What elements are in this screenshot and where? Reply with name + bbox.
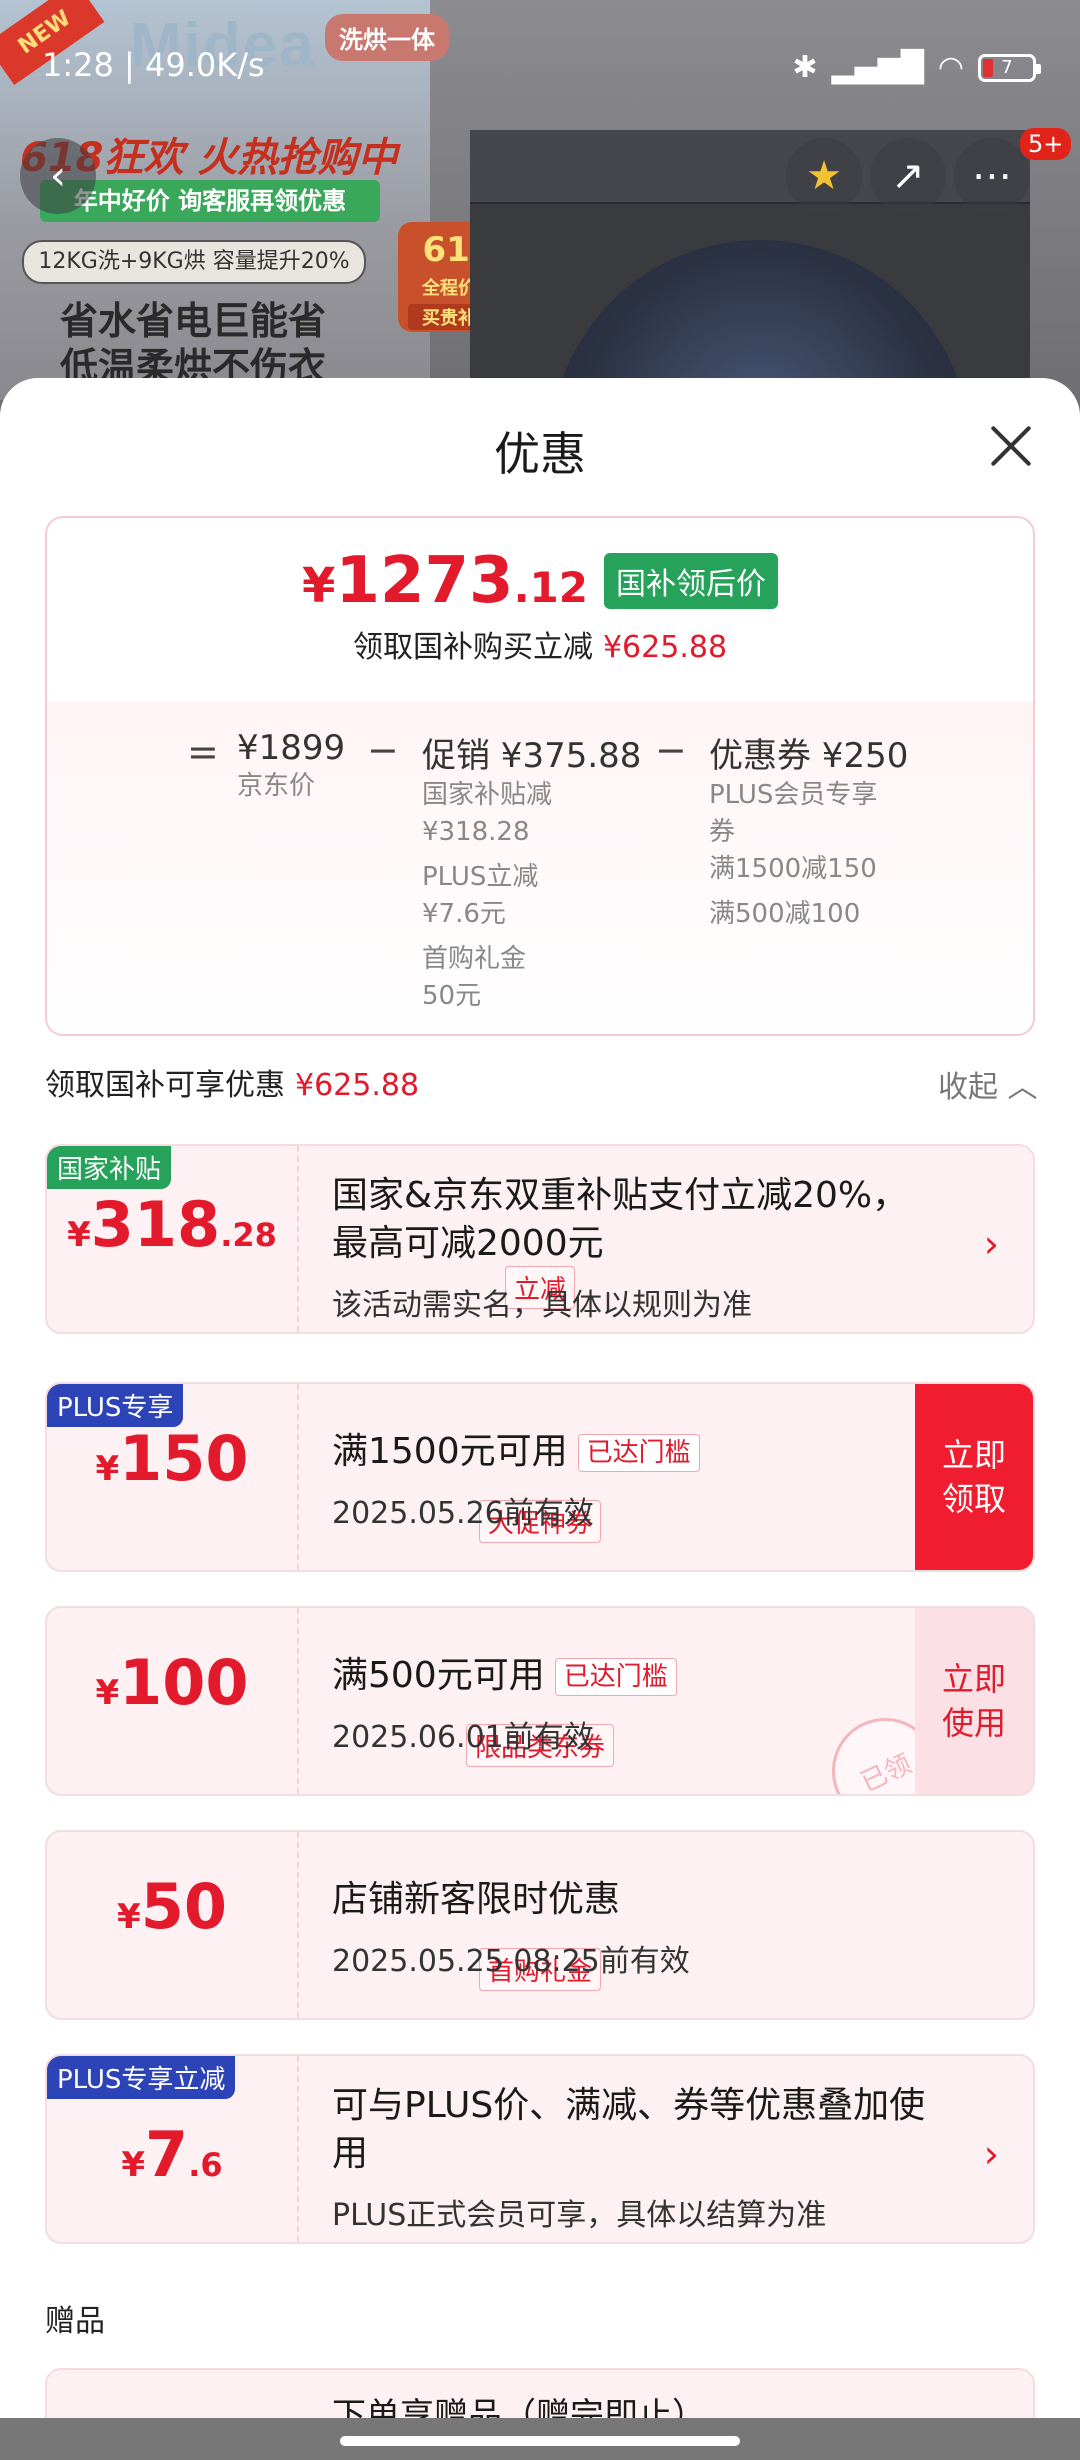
message-badge: 5+ (1020, 128, 1072, 160)
coupon-note: PLUS正式会员可享，具体以结算为准 (332, 2198, 827, 2233)
home-indicator[interactable] (340, 2436, 740, 2446)
signal-icon: ▂▄▆█ (831, 50, 924, 85)
gov-subsidy-tag: 国补领后价 (603, 553, 778, 609)
back-button[interactable]: ‹ (20, 138, 96, 214)
sheet-title: 优惠 (494, 427, 586, 481)
coupon-corner-tag: PLUS专享立减 (47, 2056, 236, 2099)
final-price: ¥ 1273 .12 国补领后价 (47, 544, 1033, 618)
coupon-title: 国家&京东双重补贴支付立减20%， 最高可减2000元 (332, 1175, 909, 1264)
coupon-title: 可与PLUS价、满减、券等优惠叠加使 用 (332, 2085, 926, 2174)
coupon-card-subsidy[interactable]: 国家补贴 ¥318.28 立减 国家&京东双重补贴支付立减20%， 最高可减20… (45, 1144, 1035, 1334)
gifts-header: 赠品 (45, 2304, 105, 2339)
collapse-button[interactable]: 收起 ︿ (938, 1062, 1038, 1106)
coupon-amount: ¥7.6 (121, 2118, 223, 2191)
chevron-up-icon: ︿ (1007, 1070, 1038, 1105)
battery-icon: 7 (978, 53, 1041, 82)
more-button[interactable]: ⋯ (954, 138, 1030, 214)
chevron-right-icon: › (983, 2132, 999, 2176)
bluetooth-icon: ✱ (792, 50, 818, 85)
coupon-corner-tag: 国家补贴 (47, 1146, 172, 1189)
coupon-card-jd[interactable]: ¥100 限品类东券 满500元可用 已达门槛 2025.06.01前有效 已领 … (45, 1606, 1035, 1796)
capacity-pill: 12KG洗+9KG烘 容量提升20% (22, 240, 366, 284)
discount-sheet: 优惠 ¥ 1273 .12 国补领后价 领取国补购买立减 ¥625.88 = ¥1… (0, 378, 1080, 2418)
subsidy-subtitle: 领取国补购买立减 ¥625.88 (352, 630, 728, 665)
gift-card[interactable]: 下单享赠品（赠完即止） (45, 2368, 1035, 2418)
washer-image (470, 130, 1030, 400)
coupon-note: 该活动需实名，具体以规则为准 (332, 1288, 752, 1323)
more-icon: ⋯ (972, 153, 1012, 199)
star-icon: ★ (806, 153, 842, 199)
share-icon: ↗ (891, 153, 925, 199)
price-summary-card: ¥ 1273 .12 国补领后价 领取国补购买立减 ¥625.88 = ¥1899… (45, 516, 1035, 1036)
chevron-left-icon: ‹ (50, 153, 66, 199)
close-button[interactable] (978, 414, 1042, 478)
coupon-amount: ¥150 (95, 1422, 249, 1495)
share-button[interactable]: ↗ (870, 138, 946, 214)
coupon-validity: 2025.05.26前有效 (332, 1496, 594, 1531)
coupon-validity: 2025.06.01前有效 (332, 1720, 594, 1755)
coupon-card-plus[interactable]: PLUS专享 ¥150 大促神券 满1500元可用 已达门槛 2025.05.26… (45, 1382, 1035, 1572)
coupon-block: 优惠券 ¥250 PLUS会员专享 券 满1500减150 满500减100 (709, 736, 909, 929)
status-bar: 1:28 | 49.0K/s ✱ ▂▄▆█ ◠ 7 (0, 40, 1080, 96)
promo-block: 促销 ¥375.88 国家补贴减 ¥318.28 PLUS立减 ¥7.6元 首购… (422, 736, 642, 1011)
jd-price-block: ¥1899 京东价 (237, 728, 346, 801)
coupon-amount: ¥100 (95, 1646, 249, 1719)
coupon-amount: ¥50 (117, 1870, 227, 1943)
coupon-title: 店铺新客限时优惠 (332, 1879, 621, 1920)
coupon-card-newcustomer[interactable]: ¥50 首购礼金 店铺新客限时优惠 2025.05.25 08:25前有效 (45, 1830, 1035, 2020)
use-button[interactable]: 立即 使用 (915, 1608, 1033, 1794)
claim-button[interactable]: 立即 领取 (915, 1384, 1033, 1570)
coupon-amount: ¥318.28 (67, 1188, 277, 1261)
chevron-right-icon: › (983, 1222, 999, 1266)
section-header: 领取国补可享优惠 ¥625.88 (45, 1068, 420, 1103)
coupon-validity: 2025.05.25 08:25前有效 (332, 1944, 690, 1979)
coupon-title: 满500元可用 已达门槛 (332, 1652, 677, 1700)
status-time: 1:28 | 49.0K/s (42, 46, 265, 84)
favorite-button[interactable]: ★ (786, 138, 862, 214)
coupon-card-plus-discount[interactable]: PLUS专享立减 ¥7.6 可与PLUS价、满减、券等优惠叠加使 用 PLUS正… (45, 2054, 1035, 2244)
coupon-title: 满1500元可用 已达门槛 (332, 1428, 700, 1476)
coupon-corner-tag: PLUS专享 (47, 1384, 184, 1427)
wifi-icon: ◠ (937, 50, 964, 85)
gift-title: 下单享赠品（赠完即止） (332, 2396, 706, 2418)
